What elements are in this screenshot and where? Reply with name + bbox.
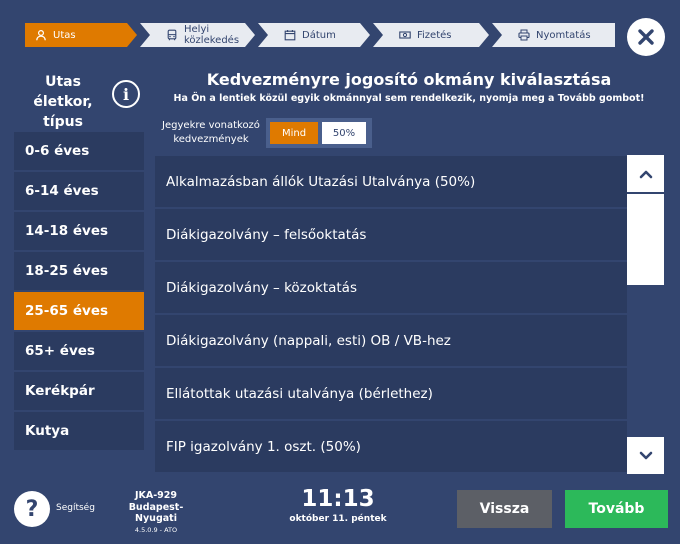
- close-icon: [637, 28, 655, 46]
- back-button[interactable]: Vissza: [457, 490, 552, 528]
- station-code: JKA-929: [134, 490, 178, 501]
- discount-filter: Mind 50%: [266, 118, 372, 148]
- page-subtitle: Ha Ön a lentiek közül egyik okmánnyal se…: [173, 93, 645, 104]
- station-info: JKA-929 Budapest-Nyugati 4.5.0.9 - ATO: [108, 490, 204, 534]
- step-nyomtatas: Nyomtatás: [492, 23, 615, 47]
- discount-filter-label: Jegyekre vonatkozó kedvezmények: [162, 120, 260, 145]
- step-helyi-kozlekedes: Helyi közlekedés: [140, 23, 255, 47]
- filter-all-button[interactable]: Mind: [270, 122, 318, 144]
- document-item[interactable]: Alkalmazásban állók Utazási Utalványa (5…: [155, 156, 627, 207]
- document-item[interactable]: Diákigazolvány – közoktatás: [155, 262, 627, 313]
- age-option-6-14[interactable]: 6-14 éves: [14, 172, 144, 210]
- option-dog[interactable]: Kutya: [14, 412, 144, 450]
- bus-icon: [166, 29, 178, 41]
- step-utas: Utas: [25, 23, 137, 47]
- scroll-up-button[interactable]: [627, 155, 664, 192]
- scroll-down-button[interactable]: [627, 437, 664, 474]
- chevron-down-icon: [639, 451, 653, 461]
- document-list: Alkalmazásban állók Utazási Utalványa (5…: [155, 156, 627, 474]
- scrollbar-thumb[interactable]: [627, 194, 664, 285]
- document-item[interactable]: Diákigazolvány (nappali, esti) OB / VB-h…: [155, 315, 627, 366]
- age-option-14-18[interactable]: 14-18 éves: [14, 212, 144, 250]
- money-icon: [399, 29, 411, 41]
- filter-50-percent-button[interactable]: 50%: [322, 122, 366, 144]
- chevron-up-icon: [639, 169, 653, 179]
- clock-time: 11:13: [301, 486, 375, 512]
- station-name: Budapest-Nyugati: [128, 502, 184, 524]
- step-datum: Dátum: [258, 23, 370, 47]
- age-option-65-plus[interactable]: 65+ éves: [14, 332, 144, 370]
- age-option-25-65[interactable]: 25-65 éves: [14, 292, 144, 330]
- age-option-0-6[interactable]: 0-6 éves: [14, 132, 144, 170]
- page-title: Kedvezményre jogosító okmány kiválasztás…: [206, 70, 612, 89]
- step-label: Dátum: [302, 29, 336, 41]
- document-item[interactable]: FIP igazolvány 1. oszt. (50%): [155, 421, 627, 472]
- help-icon[interactable]: ?: [14, 491, 50, 527]
- age-option-18-25[interactable]: 18-25 éves: [14, 252, 144, 290]
- document-item[interactable]: Diákigazolvány – felsőoktatás: [155, 209, 627, 260]
- step-label: Helyi közlekedés: [184, 24, 240, 46]
- progress-steps: Utas Helyi közlekedés Dátum Fizetés Nyom…: [25, 23, 618, 47]
- software-version: 4.5.0.9 - ATO: [134, 526, 178, 534]
- calendar-icon: [284, 29, 296, 41]
- close-button[interactable]: [627, 18, 665, 56]
- passenger-type-list: 0-6 éves 6-14 éves 14-18 éves 18-25 éves…: [14, 132, 144, 452]
- step-label: Nyomtatás: [536, 29, 591, 41]
- step-label: Utas: [53, 29, 76, 41]
- info-icon[interactable]: i: [112, 80, 140, 108]
- person-icon: [35, 29, 47, 41]
- option-bicycle[interactable]: Kerékpár: [14, 372, 144, 410]
- passenger-type-title: Utas életkor, típus: [33, 74, 93, 130]
- help-label[interactable]: Segítség: [56, 503, 95, 513]
- step-label: Fizetés: [417, 29, 452, 41]
- next-button[interactable]: Tovább: [565, 490, 668, 528]
- step-fizetes: Fizetés: [373, 23, 489, 47]
- printer-icon: [518, 29, 530, 41]
- clock: 11:13 október 11. péntek: [278, 486, 398, 524]
- clock-date: október 11. péntek: [289, 514, 387, 524]
- document-item[interactable]: Ellátottak utazási utalványa (bérlethez): [155, 368, 627, 419]
